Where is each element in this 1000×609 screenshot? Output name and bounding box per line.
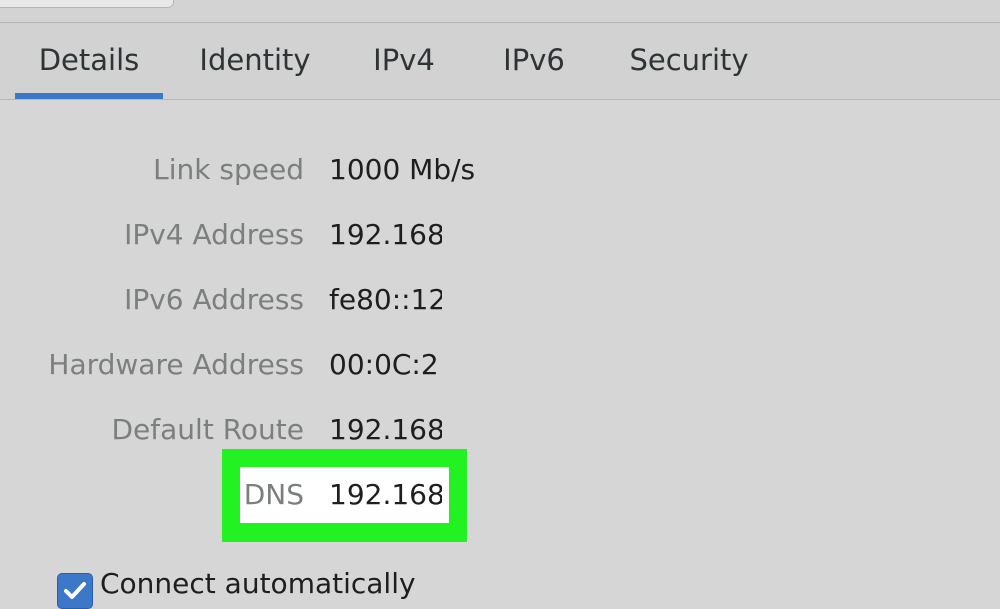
tab-ipv4[interactable]: IPv4: [362, 23, 446, 99]
hardware-address-value: 00:0C:2: [329, 348, 439, 381]
link-speed-value: 1000 Mb/s: [329, 153, 476, 186]
tab-security[interactable]: Security: [622, 23, 756, 99]
default-route-value: 192.168.: [329, 413, 442, 446]
header-button-edge[interactable]: [0, 0, 174, 8]
header-strip: [0, 0, 1000, 23]
default-route-label: Default Route: [111, 413, 305, 446]
connect-automatically-label[interactable]: Connect automatically: [100, 567, 416, 600]
ipv6-address-value: fe80::12: [329, 283, 442, 316]
hardware-address-label: Hardware Address: [48, 348, 304, 381]
checkmark-icon: [64, 582, 86, 599]
ipv6-address-label: IPv6 Address: [124, 283, 304, 316]
ipv4-address-value: 192.168.: [329, 218, 442, 251]
link-speed-label: Link speed: [153, 153, 304, 186]
ipv4-address-label: IPv4 Address: [124, 218, 304, 251]
tab-details[interactable]: Details: [15, 23, 163, 99]
tab-identity[interactable]: Identity: [195, 23, 315, 99]
dns-label: DNS: [243, 478, 304, 511]
tab-ipv6[interactable]: IPv6: [493, 23, 575, 99]
connect-automatically-checkbox[interactable]: [57, 573, 93, 609]
dns-value: 192.168.: [329, 478, 442, 511]
tab-bar: Details Identity IPv4 IPv6 Security: [0, 23, 1000, 100]
